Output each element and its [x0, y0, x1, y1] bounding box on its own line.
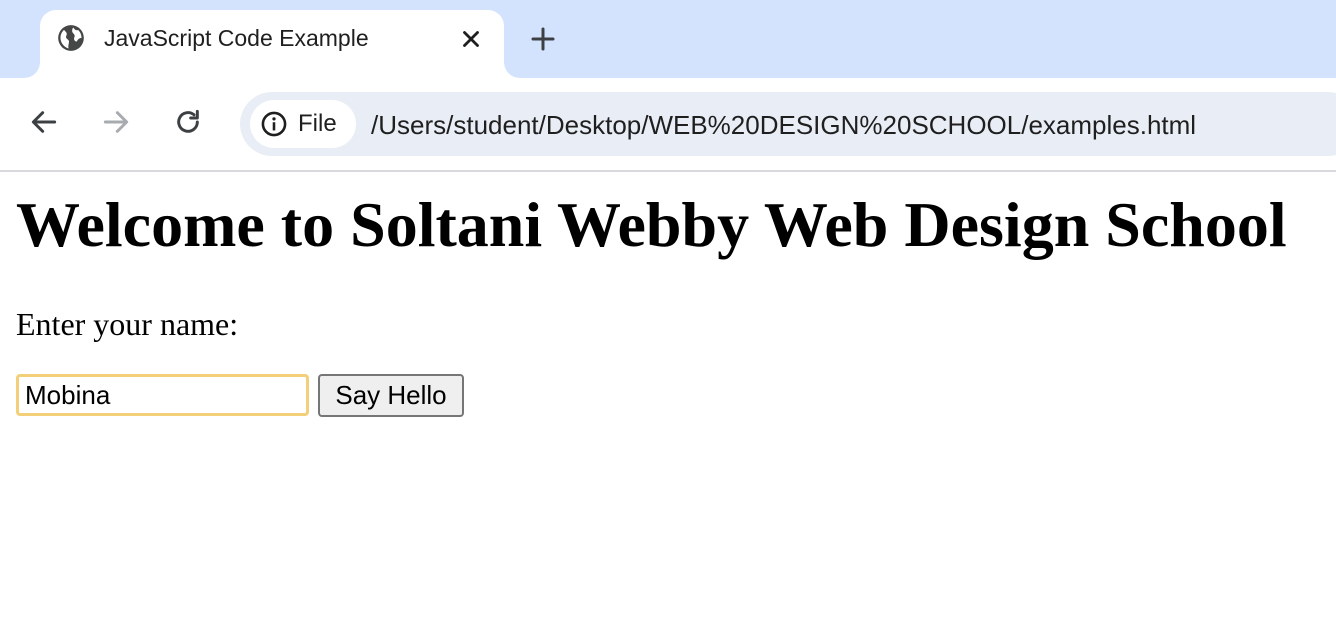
name-input[interactable]: [16, 374, 309, 416]
page-heading: Welcome to Soltani Webby Web Design Scho…: [16, 189, 1287, 260]
plus-icon[interactable]: [528, 24, 558, 54]
page-content: Welcome to Soltani Webby Web Design Scho…: [0, 172, 1336, 632]
tab-strip: JavaScript Code Example: [0, 0, 1336, 78]
tab-title: JavaScript Code Example: [104, 25, 369, 51]
arrow-right-icon[interactable]: [100, 106, 132, 138]
arrow-left-icon[interactable]: [28, 106, 60, 138]
address-bar[interactable]: File /Users/student/Desktop/WEB%20DESIGN…: [240, 92, 1336, 156]
say-hello-button[interactable]: Say Hello: [318, 374, 464, 417]
close-icon[interactable]: [458, 26, 484, 52]
reload-icon[interactable]: [172, 106, 204, 138]
info-icon: [261, 111, 287, 137]
toolbar: File /Users/student/Desktop/WEB%20DESIGN…: [0, 78, 1336, 172]
tab-active[interactable]: JavaScript Code Example: [40, 10, 504, 78]
url-text[interactable]: /Users/student/Desktop/WEB%20DESIGN%20SC…: [371, 110, 1196, 140]
globe-icon: [58, 25, 84, 51]
site-chip-label: File: [298, 110, 337, 137]
site-info-chip[interactable]: File: [250, 100, 356, 148]
name-prompt-label: Enter your name:: [16, 306, 239, 342]
browser-window: JavaScript Code Example File /Users/stud…: [0, 0, 1336, 632]
